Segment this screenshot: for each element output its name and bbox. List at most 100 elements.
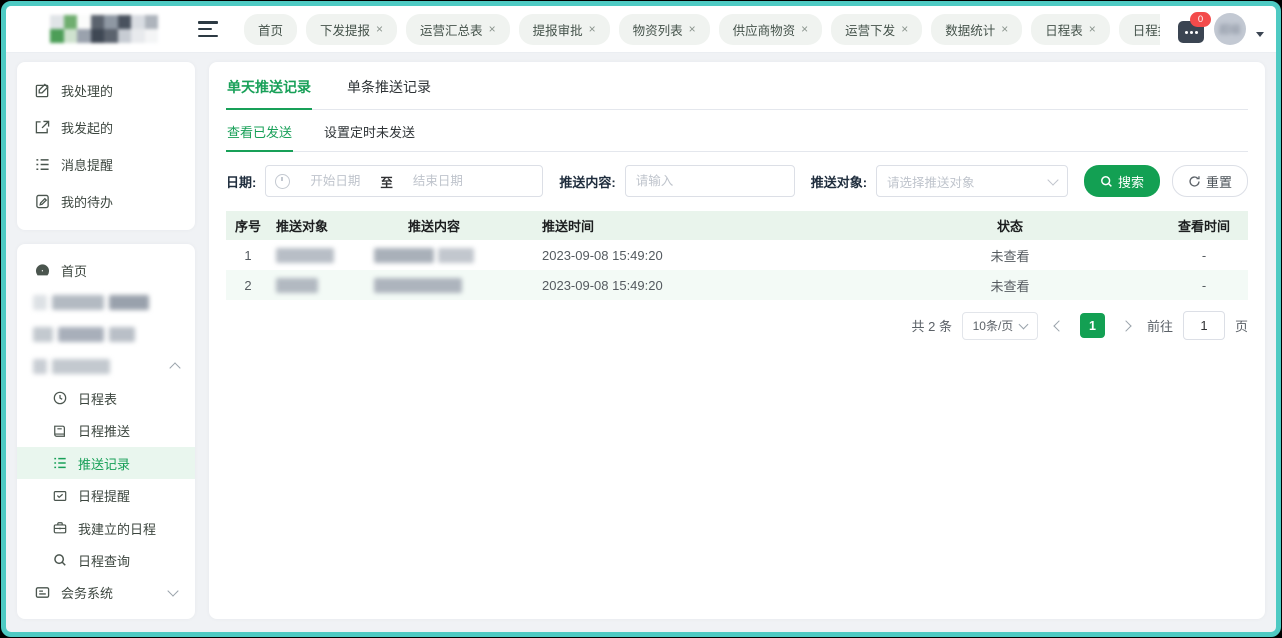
- tab-label: 提报审批: [533, 20, 583, 39]
- page-number-current[interactable]: 1: [1080, 313, 1105, 338]
- tab-label: 首页: [258, 20, 283, 39]
- goto-label: 前往: [1147, 316, 1173, 335]
- cell-view-time: -: [1160, 240, 1248, 270]
- date-label: 日期:: [226, 172, 256, 191]
- tab-single-item-push-record[interactable]: 单条推送记录: [346, 64, 432, 110]
- sidebar-item-label: 首页: [61, 261, 87, 280]
- date-range-picker[interactable]: 至: [265, 165, 543, 197]
- user-menu-caret-icon[interactable]: [1256, 32, 1264, 37]
- close-tab-icon[interactable]: ×: [801, 23, 808, 35]
- nav-tab[interactable]: 日程表 ×: [1031, 14, 1110, 45]
- message-icon[interactable]: 0: [1178, 21, 1204, 43]
- tab-label: 下发提报: [320, 20, 370, 39]
- refresh-icon: [1188, 175, 1201, 188]
- close-tab-icon[interactable]: ×: [901, 23, 908, 35]
- chevron-right-icon: [1120, 320, 1131, 331]
- avatar-text: 超级: [1219, 21, 1241, 37]
- push-content-label: 推送内容:: [559, 172, 615, 191]
- reset-button[interactable]: 重置: [1172, 165, 1248, 197]
- sidebar-item-redacted-expanded[interactable]: [17, 350, 195, 382]
- nav-tab-bar: 首页 下发提报 × 运营汇总表 × 提报审批 × 物资列表× 供应商物资× 运营下发×…: [244, 14, 1160, 45]
- sidebar-item-my-schedule[interactable]: 我建立的日程: [17, 512, 195, 544]
- page-size-select[interactable]: 10条/页: [962, 312, 1038, 340]
- cell-index: 1: [226, 240, 270, 270]
- close-tab-icon[interactable]: ×: [489, 23, 496, 35]
- sidebar-item-label: 我处理的: [61, 81, 113, 100]
- chevron-down-icon: [1019, 319, 1029, 329]
- sidebar-item-my-initiated[interactable]: 我发起的: [17, 109, 195, 146]
- subtab-view-sent[interactable]: 查看已发送: [226, 110, 293, 152]
- cell-view-time: -: [1160, 270, 1248, 300]
- sidebar-item-schedule-table[interactable]: 日程表: [17, 382, 195, 414]
- sidebar-item-my-handled[interactable]: 我处理的: [17, 72, 195, 109]
- search-button-label: 搜索: [1118, 172, 1144, 191]
- tab-single-day-push-record[interactable]: 单天推送记录: [226, 64, 312, 110]
- close-tab-icon[interactable]: ×: [1001, 23, 1008, 35]
- nav-tab[interactable]: 提报审批 ×: [519, 14, 610, 45]
- sidebar-item-push-record[interactable]: 推送记录: [17, 447, 195, 479]
- meeting-card-icon: [35, 585, 50, 600]
- subtab-scheduled-unsent[interactable]: 设置定时未发送: [323, 110, 416, 152]
- nav-tab-home[interactable]: 首页: [244, 14, 297, 45]
- sidebar-item-label: 日程表: [78, 389, 117, 408]
- pagination: 共 2 条 10条/页 1 前往 页: [226, 311, 1248, 340]
- push-content-input[interactable]: [625, 165, 795, 197]
- date-start-input[interactable]: [296, 173, 374, 189]
- col-push-target: 推送对象: [270, 211, 368, 240]
- sidebar-item-meeting-system[interactable]: 会务系统: [17, 577, 195, 609]
- sidebar-item-label: 我发起的: [61, 118, 113, 137]
- prev-page-button[interactable]: [1048, 313, 1070, 339]
- close-tab-icon[interactable]: ×: [589, 23, 596, 35]
- sidebar-item-schedule-remind[interactable]: 日程提醒: [17, 479, 195, 511]
- chevron-down-icon: [167, 586, 178, 597]
- date-end-input[interactable]: [399, 173, 477, 189]
- nav-tab[interactable]: 物资列表×: [619, 14, 710, 45]
- table-row[interactable]: 2 2023-09-08 15:49:20 未查看 -: [226, 270, 1248, 300]
- nav-tab[interactable]: 下发提报 ×: [306, 14, 397, 45]
- tab-label: 日程表: [1045, 20, 1083, 39]
- push-target-label: 推送对象:: [811, 172, 867, 191]
- close-tab-icon[interactable]: ×: [376, 23, 383, 35]
- nav-tab[interactable]: 日程推送×: [1119, 14, 1160, 45]
- cell-push-content-redacted: [368, 270, 500, 300]
- nav-tab[interactable]: 数据统计×: [931, 14, 1022, 45]
- filter-bar: 日期: 至 推送内容: 推送对象: 请选择推送对象 搜索: [226, 165, 1248, 197]
- page-size-value: 10条/页: [973, 317, 1014, 334]
- tab-label: 运营汇总表: [420, 20, 483, 39]
- sidebar-item-label: 会务系统: [61, 583, 113, 602]
- close-tab-icon[interactable]: ×: [1089, 23, 1096, 35]
- cell-push-target-redacted: [270, 240, 368, 270]
- next-page-button[interactable]: [1115, 313, 1137, 339]
- sidebar-collapse-icon[interactable]: [198, 21, 218, 37]
- sidebar-shortcuts-card: 我处理的 我发起的 消息提醒 我的待办: [17, 62, 195, 230]
- goto-page-input[interactable]: [1183, 311, 1225, 340]
- page-body: 我处理的 我发起的 消息提醒 我的待办 首页: [6, 53, 1276, 632]
- nav-tab[interactable]: 供应商物资×: [719, 14, 823, 45]
- avatar[interactable]: 超级: [1214, 13, 1246, 45]
- reset-button-label: 重置: [1206, 172, 1232, 191]
- sidebar-item-redacted[interactable]: [17, 318, 195, 350]
- sidebar-item-schedule-query[interactable]: 日程查询: [17, 544, 195, 576]
- sidebar-item-redacted[interactable]: [17, 286, 195, 318]
- nav-tab[interactable]: 运营汇总表 ×: [406, 14, 510, 45]
- nav-tab[interactable]: 运营下发×: [831, 14, 922, 45]
- mail-check-icon: [53, 489, 67, 503]
- clock-icon: [275, 174, 290, 189]
- sidebar-item-home[interactable]: 首页: [17, 254, 195, 286]
- date-separator: 至: [380, 172, 393, 191]
- sidebar-item-schedule-push[interactable]: 日程推送: [17, 415, 195, 447]
- edit-note-icon: [35, 194, 50, 209]
- clock-icon: [53, 391, 67, 405]
- record-type-tabs: 单天推送记录 单条推送记录: [226, 64, 1248, 110]
- push-target-placeholder: 请选择推送对象: [887, 172, 975, 191]
- sidebar-item-message-remind[interactable]: 消息提醒: [17, 146, 195, 183]
- close-tab-icon[interactable]: ×: [689, 23, 696, 35]
- push-target-select[interactable]: 请选择推送对象: [876, 165, 1068, 197]
- cell-push-time: 2023-09-08 15:49:20: [500, 270, 860, 300]
- col-push-time: 推送时间: [500, 211, 860, 240]
- table-row[interactable]: 1 2023-09-08 15:49:20 未查看 -: [226, 240, 1248, 270]
- list-icon: [53, 456, 67, 470]
- sidebar-item-my-todo[interactable]: 我的待办: [17, 183, 195, 220]
- search-button[interactable]: 搜索: [1084, 165, 1160, 197]
- main-panel: 单天推送记录 单条推送记录 查看已发送 设置定时未发送 日期: 至 推送内容: …: [209, 62, 1265, 619]
